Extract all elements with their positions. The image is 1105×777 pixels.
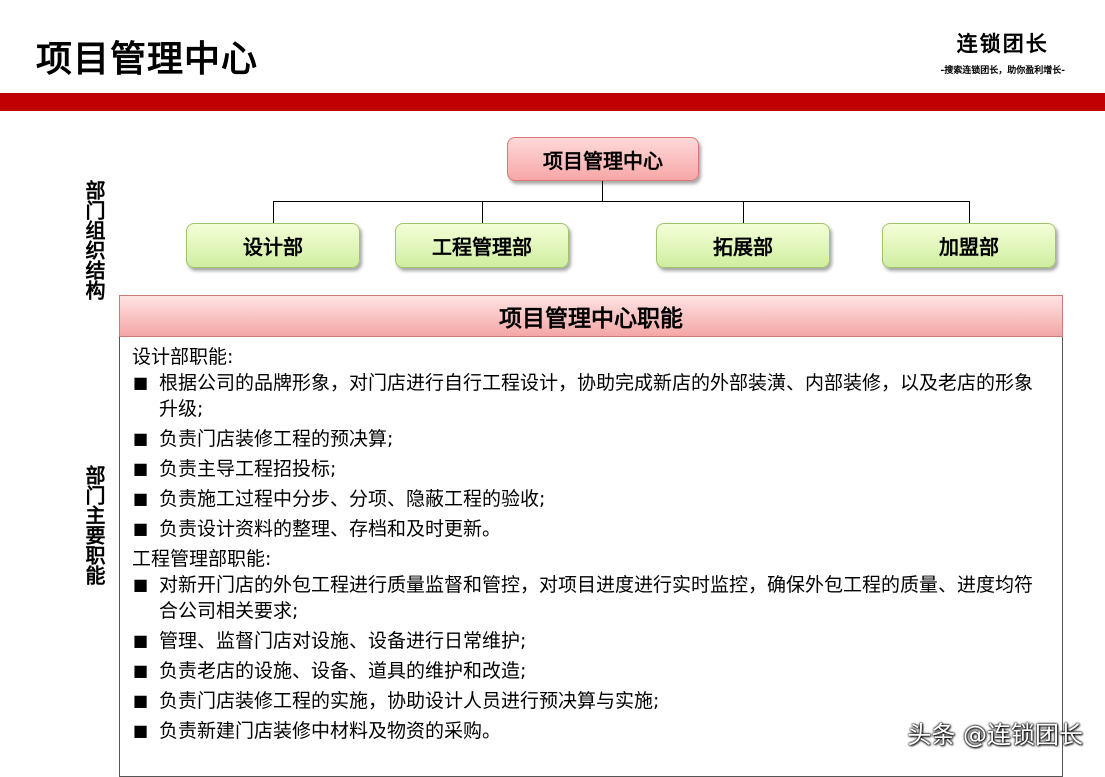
brand-logo: 连锁团长 -搜索连锁团长，助你盈利增长- xyxy=(941,28,1065,76)
org-node-engineering: 工程管理部 xyxy=(395,223,569,268)
page-title: 项目管理中心 xyxy=(36,39,259,80)
bullet-icon: ■ xyxy=(133,459,149,478)
duties-header: 项目管理中心职能 xyxy=(119,295,1063,337)
list-item-text: 负责门店装修工程的预决算; xyxy=(159,428,394,450)
list-item: ■ 负责施工过程中分步、分项、隐蔽工程的验收; xyxy=(132,486,1048,512)
bullet-icon: ■ xyxy=(133,691,149,710)
bullet-icon: ■ xyxy=(133,519,149,538)
brand-slogan: -搜索连锁团长，助你盈利增长- xyxy=(940,66,1065,76)
list-item-text: 根据公司的品牌形象，对门店进行自行工程设计，协助完成新店的外部装潢、内部装修，以… xyxy=(159,372,1034,420)
list-item-text: 负责门店装修工程的实施，协助设计人员进行预决算与实施; xyxy=(159,690,660,712)
list-item-text: 负责施工过程中分步、分项、隐蔽工程的验收; xyxy=(159,488,546,510)
watermark: 头条 @连锁团长 xyxy=(907,721,1083,749)
connector-child-4 xyxy=(969,201,970,223)
bullet-icon: ■ xyxy=(133,631,149,650)
list-item: ■ 对新开门店的外包工程进行质量监督和管控，对项目进度进行实时监控，确保外包工程的… xyxy=(132,572,1048,624)
list-item: ■ 负责主导工程招投标; xyxy=(132,456,1048,482)
bullet-icon: ■ xyxy=(133,575,149,594)
connector-child-3 xyxy=(743,201,744,223)
org-node-franchise: 加盟部 xyxy=(882,223,1056,268)
list-item: ■ 负责门店装修工程的实施，协助设计人员进行预决算与实施; xyxy=(132,688,1048,714)
list-item: ■ 负责门店装修工程的预决算; xyxy=(132,426,1048,452)
list-item-text: 对新开门店的外包工程进行质量监督和管控，对项目进度进行实时监控，确保外包工程的质… xyxy=(159,574,1034,622)
list-item: ■ 负责老店的设施、设备、道具的维护和改造; xyxy=(132,658,1048,684)
list-item-text: 负责新建门店装修中材料及物资的采购。 xyxy=(159,720,502,742)
header-divider-bar xyxy=(0,93,1105,111)
connector-child-1 xyxy=(273,201,274,223)
bullet-icon: ■ xyxy=(133,429,149,448)
brand-name: 连锁团长 xyxy=(956,31,1049,56)
section-title-engineering: 工程管理部职能: xyxy=(132,548,272,570)
list-item-text: 负责设计资料的整理、存档和及时更新。 xyxy=(159,518,502,540)
org-node-expansion: 拓展部 xyxy=(656,223,830,268)
list-item: ■ 负责设计资料的整理、存档和及时更新。 xyxy=(132,516,1048,542)
list-item-text: 管理、监督门店对设施、设备进行日常维护; xyxy=(159,630,527,652)
connector-root-down xyxy=(602,181,603,202)
connector-child-2 xyxy=(482,201,483,223)
list-item: ■ 管理、监督门店对设施、设备进行日常维护; xyxy=(132,628,1048,654)
section-title-design: 设计部职能: xyxy=(132,346,234,368)
org-node-root: 项目管理中心 xyxy=(507,137,699,181)
bullet-icon: ■ xyxy=(133,661,149,680)
side-label-main-duties: 部门主要职能 xyxy=(82,465,106,585)
list-item: ■ 根据公司的品牌形象，对门店进行自行工程设计，协助完成新店的外部装潢、内部装修，… xyxy=(132,370,1048,422)
bullet-icon: ■ xyxy=(133,721,149,740)
bullet-icon: ■ xyxy=(133,489,149,508)
list-item-text: 负责主导工程招投标; xyxy=(159,458,337,480)
duties-content: 设计部职能: ■ 根据公司的品牌形象，对门店进行自行工程设计，协助完成新店的外部装… xyxy=(119,337,1063,777)
org-node-design: 设计部 xyxy=(186,223,360,268)
bullet-icon: ■ xyxy=(133,373,149,392)
list-item-text: 负责老店的设施、设备、道具的维护和改造; xyxy=(159,660,527,682)
connector-horizontal xyxy=(273,201,969,202)
side-label-org-structure: 部门组织结构 xyxy=(82,180,106,300)
